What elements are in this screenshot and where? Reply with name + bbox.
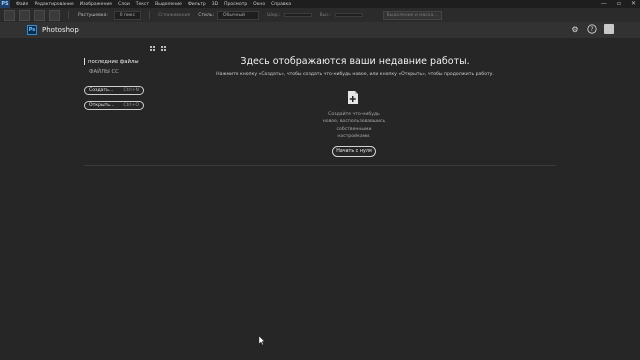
description-line: собственными bbox=[336, 126, 372, 132]
app-name: Photoshop bbox=[42, 26, 79, 34]
close-icon[interactable]: ✕ bbox=[631, 0, 636, 7]
width-input[interactable] bbox=[283, 13, 312, 17]
menu-item-3d[interactable]: 3D bbox=[212, 2, 218, 7]
menu-item-filter[interactable]: Фильтр bbox=[188, 2, 206, 7]
mouse-cursor-icon bbox=[259, 336, 265, 345]
marquee-tool-icon[interactable] bbox=[4, 9, 15, 21]
create-button[interactable]: Создать... Ctrl+N bbox=[84, 86, 144, 95]
user-avatar[interactable] bbox=[604, 24, 614, 34]
separator bbox=[68, 11, 69, 19]
subtract-selection-icon[interactable] bbox=[49, 9, 60, 21]
sidebar-item-cc-files[interactable]: ФАЙЛЫ CC bbox=[89, 69, 119, 75]
menu-item-window[interactable]: Окно bbox=[253, 2, 265, 7]
menu-item-file[interactable]: Файл bbox=[16, 2, 28, 7]
menu-item-view[interactable]: Просмотр bbox=[224, 2, 247, 7]
menu-item-layers[interactable]: Слои bbox=[118, 2, 130, 7]
main-menu: Файл Редактирование Изображение Слои Тек… bbox=[16, 2, 291, 7]
header-icons: ⚙ ? bbox=[570, 24, 614, 34]
description-line: настройками. bbox=[337, 133, 371, 139]
empty-state-description: Создайте что-нибудь новое, воспользовавш… bbox=[304, 111, 404, 140]
grid-view-icon[interactable] bbox=[161, 46, 166, 51]
list-view-icon[interactable] bbox=[150, 46, 155, 51]
create-button-label: Создать... bbox=[89, 88, 114, 93]
options-bar: Растушевка: 0 пикс Сглаживание Стиль: Об… bbox=[0, 8, 640, 23]
page-title: Здесь отображаются ваши недавние работы. bbox=[240, 56, 470, 67]
menu-item-type[interactable]: Текст bbox=[136, 2, 149, 7]
height-label: Выс.: bbox=[319, 12, 332, 18]
menu-item-select[interactable]: Выделение bbox=[155, 2, 182, 7]
feather-label: Растушевка: bbox=[78, 12, 108, 18]
gear-icon[interactable]: ⚙ bbox=[570, 24, 580, 34]
description-line: Создайте что-нибудь bbox=[328, 112, 380, 117]
refine-mask-button[interactable]: Выделение и маска... bbox=[382, 10, 442, 20]
sidebar-item-recent-files[interactable]: последние файлы bbox=[84, 58, 139, 65]
maximize-icon[interactable]: ▫ bbox=[617, 0, 621, 7]
open-shortcut: Ctrl+O bbox=[123, 103, 139, 108]
divider bbox=[84, 165, 556, 166]
minimize-icon[interactable]: — bbox=[601, 0, 607, 7]
description-line: новое, воспользовавшись bbox=[322, 119, 386, 125]
new-selection-icon[interactable] bbox=[19, 9, 30, 21]
style-select[interactable]: Обычный bbox=[217, 10, 260, 20]
window-controls: — ▫ ✕ bbox=[601, 0, 636, 7]
view-toggle bbox=[150, 46, 166, 51]
svg-text:?: ? bbox=[590, 26, 593, 33]
app-header: Ps Photoshop ⚙ ? bbox=[0, 22, 640, 38]
feather-input[interactable]: 0 пикс bbox=[113, 10, 142, 20]
photoshop-logo: Ps bbox=[27, 25, 37, 35]
start-from-scratch-button[interactable]: Начать с нуля bbox=[332, 146, 376, 157]
add-selection-icon[interactable] bbox=[34, 9, 45, 21]
menu-item-edit[interactable]: Редактирование bbox=[34, 2, 73, 7]
page-subtitle: Нажмите кнопку «Создать», чтобы создать … bbox=[216, 72, 494, 77]
open-button[interactable]: Открыть... Ctrl+O bbox=[84, 101, 144, 110]
menu-bar: PS Файл Редактирование Изображение Слои … bbox=[0, 0, 640, 8]
separator bbox=[149, 11, 151, 19]
menu-item-image[interactable]: Изображение bbox=[80, 2, 112, 7]
height-input[interactable] bbox=[334, 13, 363, 17]
help-icon[interactable]: ? bbox=[587, 24, 597, 34]
open-button-label: Открыть... bbox=[89, 103, 115, 108]
new-file-icon bbox=[348, 91, 358, 104]
antialias-checkbox-label[interactable]: Сглаживание bbox=[158, 13, 190, 18]
create-shortcut: Ctrl+N bbox=[123, 88, 139, 93]
width-label: Шир.: bbox=[267, 12, 281, 18]
menu-item-help[interactable]: Справка bbox=[271, 2, 291, 7]
sidebar-item-label: последние файлы bbox=[88, 58, 139, 65]
active-indicator bbox=[84, 58, 85, 65]
style-label: Стиль: bbox=[198, 12, 215, 18]
photoshop-small-logo: PS bbox=[0, 0, 10, 8]
